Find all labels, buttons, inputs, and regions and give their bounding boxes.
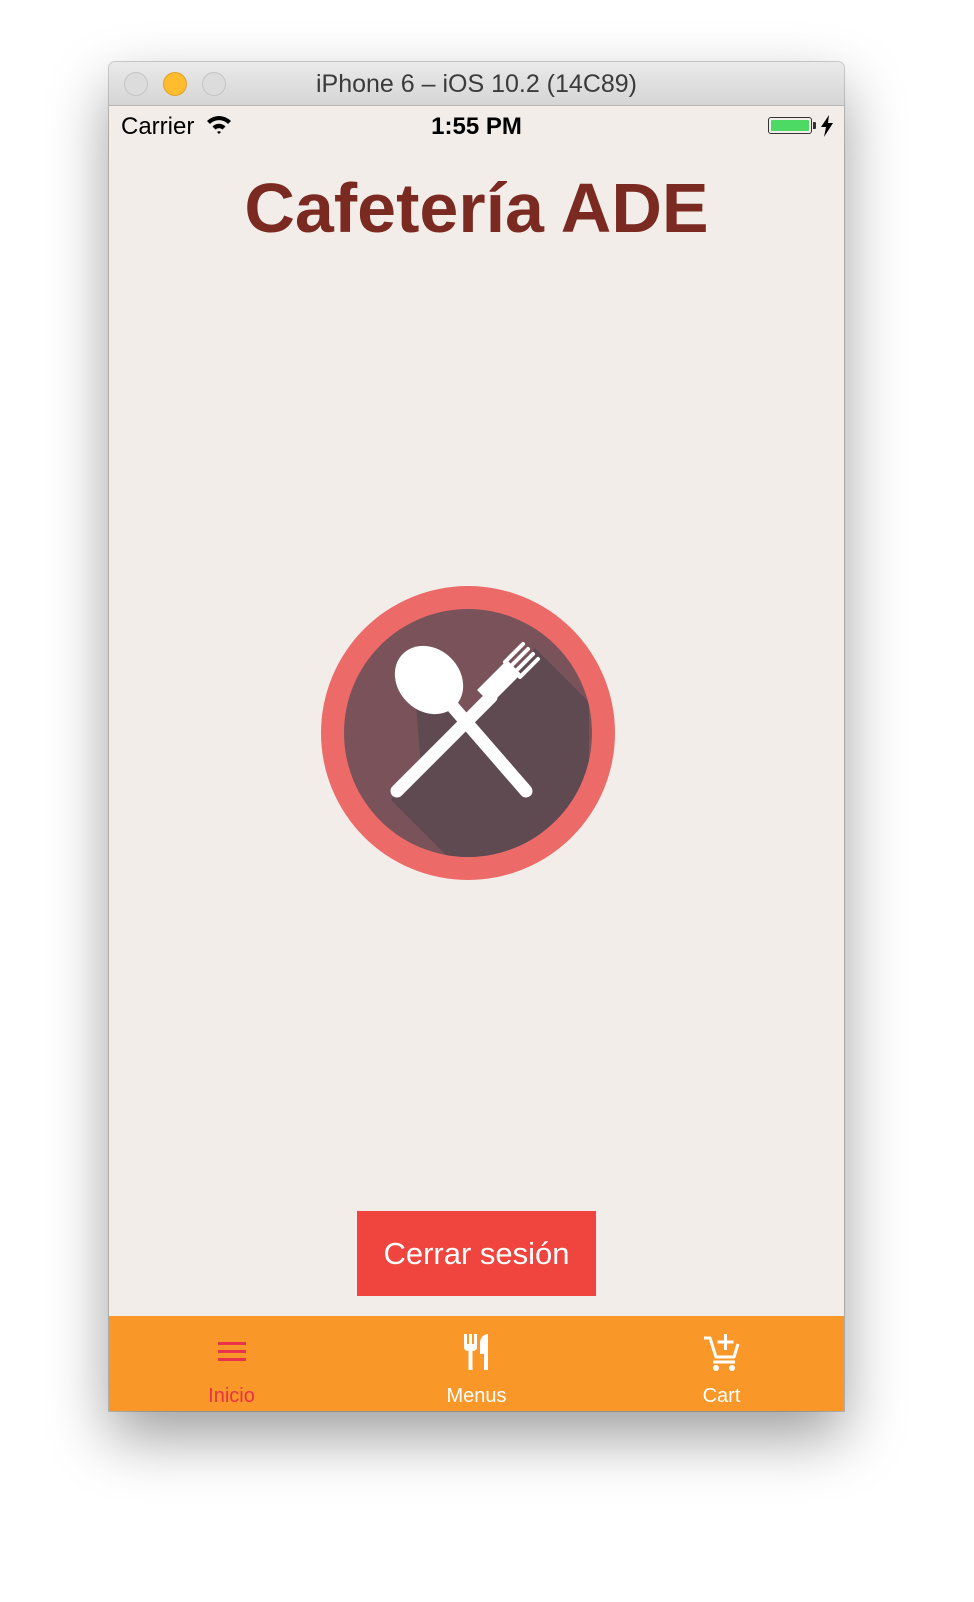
cutlery-logo-icon: [321, 586, 615, 880]
bottom-tab-bar: Inicio Menus Cart: [109, 1316, 844, 1411]
fork-knife-icon: [463, 1334, 488, 1370]
status-bar: Carrier 1:55 PM: [109, 106, 844, 146]
status-time: 1:55 PM: [431, 113, 522, 140]
battery-icon: [768, 117, 812, 134]
add-cart-icon: [703, 1334, 739, 1371]
tab-cart[interactable]: Cart: [599, 1316, 844, 1411]
charging-bolt-icon: [821, 115, 833, 137]
logout-button[interactable]: Cerrar sesión: [357, 1211, 596, 1296]
tab-label: Menus: [446, 1385, 507, 1407]
menu-icon: [217, 1342, 246, 1361]
simulator-window: iPhone 6 – iOS 10.2 (14C89) Carrier 1:55…: [109, 62, 844, 1411]
battery-level: [771, 120, 809, 131]
app-title: Cafetería ADE: [244, 169, 709, 247]
tab-label: Cart: [702, 1385, 741, 1407]
tab-menus[interactable]: Menus: [354, 1316, 599, 1411]
battery-nub: [813, 122, 816, 129]
window-titlebar: iPhone 6 – iOS 10.2 (14C89): [109, 62, 844, 106]
tab-inicio[interactable]: Inicio: [109, 1316, 354, 1411]
window-title: iPhone 6 – iOS 10.2 (14C89): [315, 70, 638, 98]
phone-screen: Carrier 1:55 PM Cafetería ADE Cerrar ses…: [109, 106, 844, 1411]
tab-label: Inicio: [208, 1385, 255, 1407]
